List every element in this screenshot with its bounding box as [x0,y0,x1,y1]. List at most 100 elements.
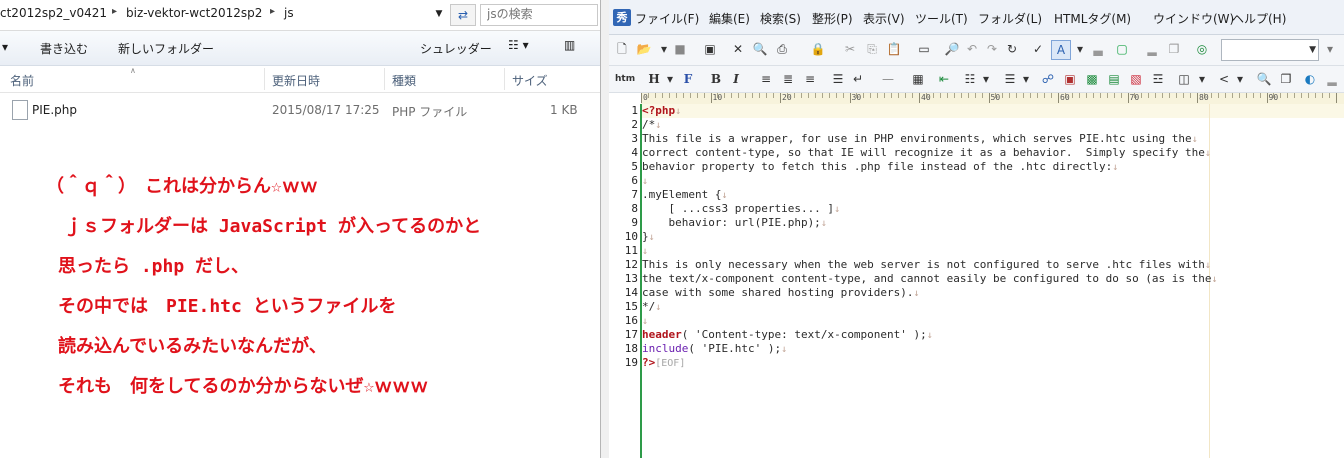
chevron-down-icon[interactable]: ▼ [1309,40,1316,60]
chevron-down-icon[interactable]: ▼ [430,4,448,24]
column-modified[interactable]: 更新日時 [272,72,320,89]
chevron-down-icon[interactable]: ▾ [977,70,995,88]
code-line[interactable]: This file is a wrapper, for use in PHP e… [642,132,1198,146]
shredder-button[interactable]: シュレッダー [420,40,492,57]
lock-icon[interactable]: 🔒 [809,40,827,58]
code-line[interactable]: This is only necessary when the web serv… [642,258,1211,272]
frame-layout-icon[interactable]: ◫ [1175,70,1193,88]
code-line[interactable]: [ ...css3 properties... ]↓ [642,202,840,216]
menu-folder[interactable]: フォルダ(L) [978,10,1042,27]
breadcrumb-item[interactable]: ct2012sp2_v0421 [0,6,107,20]
code-line[interactable]: include( 'PIE.htc' );↓ [642,342,787,356]
paragraph-icon[interactable]: ☰ [829,70,847,88]
code-line[interactable]: ↓ [642,174,648,188]
horizontal-rule-icon[interactable]: — [879,70,897,88]
image-icon[interactable]: ▣ [1061,70,1079,88]
menu-file[interactable]: ファイル(F) [635,10,699,27]
code-line[interactable]: behavior: url(PIE.php);↓ [642,216,826,230]
paste-icon[interactable]: 📋 [885,40,903,58]
new-folder-button[interactable]: 新しいフォルダー [118,40,214,57]
chevron-down-icon[interactable]: ▾ [1193,70,1211,88]
italic-button[interactable]: I [727,70,745,88]
browser-preview-icon[interactable]: 🔍 [1255,70,1273,88]
code-line[interactable]: ↓ [642,314,648,328]
menu-window[interactable]: ウインドウ(W) [1153,10,1234,27]
address-bar[interactable]: ct2012sp2_v0421 ▸ biz-vektor-wct2012sp2 … [0,0,600,31]
file-name[interactable]: PIE.php [32,103,77,117]
save-icon[interactable]: ■ [671,40,689,58]
view-options-icon[interactable]: ☷ ▾ [508,38,529,52]
find-next-icon[interactable]: ↷ [983,40,1001,58]
menu-format[interactable]: 整形(P) [812,10,853,27]
breadcrumb-item[interactable]: js [284,6,294,20]
toolbar-icon[interactable]: ▂ [1323,70,1341,88]
column-separator[interactable] [264,68,265,90]
code-line[interactable]: behavior property to fetch this .php fil… [642,160,1118,174]
preview-pane-icon[interactable]: ▥ [564,38,575,52]
browser-icon[interactable]: ◐ [1301,70,1319,88]
column-name[interactable]: 名前 [10,72,34,89]
new-file-icon[interactable]: 🗋 [613,40,631,58]
cut-icon[interactable]: ✂ [841,40,859,58]
window-icon[interactable]: ▭ [915,40,933,58]
globe-icon[interactable]: ◎ [1193,40,1211,58]
spell-check-icon[interactable]: ✓ [1029,40,1047,58]
column-type[interactable]: 種類 [392,72,416,89]
chevron-down-icon[interactable]: ▾ [1017,70,1035,88]
anchor-icon[interactable]: ⇤ [935,70,953,88]
frame-icon[interactable]: ▢ [1113,40,1131,58]
code-line[interactable]: the text/x-component content-type, and c… [642,272,1218,286]
menu-tools[interactable]: ツール(T) [915,10,968,27]
code-line[interactable]: case with some shared hosting providers)… [642,286,920,300]
chevron-right-icon[interactable]: ▸ [112,6,117,17]
find-previous-icon[interactable]: ↶ [963,40,981,58]
table-icon[interactable]: ▦ [909,70,927,88]
copy-icon[interactable]: ⎘ [863,40,881,58]
app-icon[interactable]: 秀 [613,9,631,26]
font-icon[interactable]: A [1051,40,1071,60]
search-combobox[interactable]: ▼ [1221,39,1319,61]
column-size[interactable]: サイズ [512,72,548,89]
burn-button[interactable]: 書き込む [40,40,88,57]
form-icon[interactable]: ☲ [1149,70,1167,88]
toolbar-icon[interactable]: ▂ [1143,40,1161,58]
search-box[interactable] [480,4,598,26]
print-preview-icon[interactable]: 🔍 [751,40,769,58]
file-row[interactable]: PIE.php 2015/08/17 17:25 PHP ファイル 1 KB [6,98,584,122]
replace-icon[interactable]: ↻ [1003,40,1021,58]
clipboard-icon[interactable]: ❐ [1165,40,1183,58]
media-icon[interactable]: ▤ [1105,70,1123,88]
code-line[interactable]: */↓ [642,300,661,314]
column-separator[interactable] [384,68,385,90]
search-input[interactable] [481,5,587,23]
open-folder-icon[interactable]: 📂 [635,40,653,58]
code-line[interactable]: }↓ [642,230,655,244]
chevron-down-icon[interactable]: ▾ [2,40,8,54]
code-line[interactable]: correct content-type, so that IE will re… [642,146,1211,160]
font-button[interactable]: F [679,70,697,88]
code-line[interactable]: header( 'Content-type: text/x-component'… [642,328,933,342]
link-icon[interactable]: ☍ [1039,70,1057,88]
image-map-icon[interactable]: ▩ [1083,70,1101,88]
htm-button[interactable]: htm [615,70,635,88]
menu-edit[interactable]: 編集(E) [709,10,750,27]
close-icon[interactable]: ✕ [729,40,747,58]
code-area[interactable]: <?php↓/*↓ This file is a wrapper, for use… [642,104,1344,458]
color-palette-icon[interactable]: ▧ [1127,70,1145,88]
chevron-down-icon[interactable]: ▾ [1231,70,1249,88]
code-line[interactable]: ↓ [642,244,648,258]
chevron-down-icon[interactable]: ▾ [1321,40,1339,58]
align-left-icon[interactable]: ≡ [757,70,775,88]
align-center-icon[interactable]: ≣ [779,70,797,88]
code-line[interactable]: /*↓ [642,118,661,132]
find-icon[interactable]: 🔎 [943,40,961,58]
menu-search[interactable]: 検索(S) [760,10,801,27]
code-line[interactable]: <?php↓ [642,104,681,118]
document-icon[interactable]: ❐ [1277,70,1295,88]
print-icon[interactable]: ⎙ [773,40,791,58]
toolbar-icon[interactable]: ▃ [1089,40,1107,58]
code-line[interactable]: .myElement {↓ [642,188,728,202]
save-as-icon[interactable]: ▣ [701,40,719,58]
refresh-icon[interactable]: ⇄ [450,4,476,26]
column-separator[interactable] [504,68,505,90]
